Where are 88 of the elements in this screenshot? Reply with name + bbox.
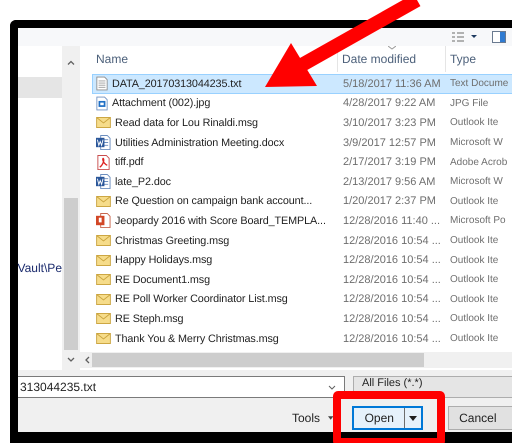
horizontal-scrollbar[interactable] [80,352,512,368]
file-name: Read data for Lou Rinaldi.msg [115,116,258,129]
preview-pane-icon[interactable] [492,31,506,43]
date-modified: 12/28/2016 10:54 ... [342,254,442,266]
file-type: JPG File [449,98,490,109]
tools-button[interactable]: Tools [290,411,322,425]
caret-icon[interactable] [328,416,334,420]
file-type: Microsoft W [449,176,504,188]
date-modified: 2/13/2017 9:56 AM [342,176,436,188]
file-row[interactable]: DATA_20170313044235.txt 5/18/2017 11:36 AM Text Docume [92,74,512,94]
file-type: Outlook Ite [449,333,500,344]
presentation-file-icon [96,213,111,228]
file-row[interactable]: RE Document1.msg 12/28/2016 10:54 ... Outlook Ite [92,270,512,290]
envelope-icon [96,333,111,344]
file-name: Utilities Administration Meeting.docx [115,136,284,149]
sort-chevron-icon [388,46,396,50]
file-type: Outlook Ite [449,235,500,246]
file-name: RE Poll Worker Coordinator List.msg [115,293,288,306]
file-name: Christmas Greeting.msg [115,234,230,247]
file-type: Outlook Ite [449,313,500,324]
file-type: Outlook Ite [449,294,500,305]
file-type: Outlook Ite [449,274,500,286]
file-row[interactable]: late_P2.doc 2/13/2017 9:56 AM Microsoft W [92,172,512,192]
file-name: tiff.pdf [115,156,144,168]
file-name: Re Question on campaign bank account... [115,195,312,208]
cancel-button[interactable]: Cancel [448,406,512,430]
caret-icon[interactable] [409,416,418,420]
file-type: Outlook Ite [449,117,500,128]
date-modified: 4/28/2017 9:22 AM [342,97,436,110]
file-name: Jeopardy 2016 with Score Board_TEMPLA... [115,214,326,227]
date-modified: 12/28/2016 10:54 ... [342,312,442,325]
file-row[interactable]: Attachment (002).jpg 4/28/2017 9:22 AM JPG File [92,94,512,114]
file-row[interactable]: Re Question on campaign bank account... 1/20/2017 2:37 PM Outlook Ite [92,192,512,212]
file-type: Microsoft W [449,137,504,148]
scroll-thumb[interactable] [64,198,78,350]
image-file-icon [96,96,108,111]
date-modified: 12/28/2016 10:54 ... [342,293,442,306]
vertical-scrollbar[interactable] [62,46,80,370]
file-name: RE Steph.msg [115,312,184,325]
date-modified: 12/28/2016 10:54 ... [342,234,442,247]
file-name: DATA_20170313044235.txt [112,78,242,90]
date-modified: 1/20/2017 2:37 PM [342,195,437,208]
envelope-icon [96,313,111,324]
file-type: Text Docume [449,78,510,90]
file-row[interactable]: Thank You & Merry Christmas.msg 12/28/2016 10:54 ... Outlook Ite [92,328,512,348]
view-options-icon[interactable] [452,32,478,42]
file-row[interactable]: Christmas Greeting.msg 12/28/2016 10:54 ... Outlook Ite [92,230,512,250]
date-modified: 3/9/2017 12:57 PM [342,136,437,149]
file-row[interactable]: Utilities Administration Meeting.docx 3/9/2017 12:57 PM Microsoft W [92,132,512,152]
scroll-left-icon[interactable] [85,356,90,364]
date-modified: 12/28/2016 10:54 ... [342,332,442,345]
column-header[interactable]: Date modified [338,46,446,72]
file-name: RE Document1.msg [115,274,210,286]
word-document-icon [96,135,111,150]
file-name: Attachment (002).jpg [112,97,210,110]
column-header[interactable]: Type [446,46,512,72]
file-row[interactable]: RE Poll Worker Coordinator List.msg 12/28/2016 10:54 ... Outlook Ite [92,290,512,310]
envelope-icon [96,294,111,305]
date-modified: 2/17/2017 3:19 PM [342,156,437,168]
file-row[interactable]: tiff.pdf 2/17/2017 3:19 PM Adobe Acrob [92,152,512,172]
file-row[interactable]: Jeopardy 2016 with Score Board_TEMPLA... 12/28/2016 11:40 ... Microsoft Po [92,211,512,231]
file-row[interactable]: RE Steph.msg 12/28/2016 10:54 ... Outlook Ite [92,309,512,329]
date-modified: 12/28/2016 10:54 ... [342,274,442,286]
file-name: Thank You & Merry Christmas.msg [115,332,279,345]
date-modified: 3/10/2017 3:23 PM [342,116,437,129]
envelope-icon [96,117,111,128]
word-document-icon [96,174,111,190]
file-row[interactable]: Happy Holidays.msg 12/28/2016 10:54 ... Outlook Ite [92,250,512,270]
text-file-icon [96,76,108,92]
dropdown-chevron-icon[interactable] [328,384,336,390]
scroll-thumb[interactable] [92,353,424,367]
file-type: Outlook Ite [449,196,500,207]
date-modified: 12/28/2016 11:40 ... [342,214,442,227]
pdf-file-icon [96,154,111,170]
file-type: Outlook Ite [449,254,500,266]
envelope-icon [96,274,111,286]
open-button[interactable]: Open [352,406,424,430]
date-modified: 5/18/2017 11:36 AM [342,78,442,90]
file-name: late_P2.doc [115,176,171,188]
file-name: Happy Holidays.msg [115,254,212,266]
envelope-icon [96,196,111,207]
envelope-icon [96,254,111,266]
file-type: Adobe Acrob [449,156,508,168]
file-row[interactable]: Read data for Lou Rinaldi.msg 3/10/2017 3:23 PM Outlook Ite [92,113,512,133]
scroll-down-icon[interactable] [67,357,75,362]
file-type: Microsoft Po [449,215,507,226]
envelope-icon [96,235,111,246]
file-name-field[interactable]: 313044235.txt [18,376,345,398]
